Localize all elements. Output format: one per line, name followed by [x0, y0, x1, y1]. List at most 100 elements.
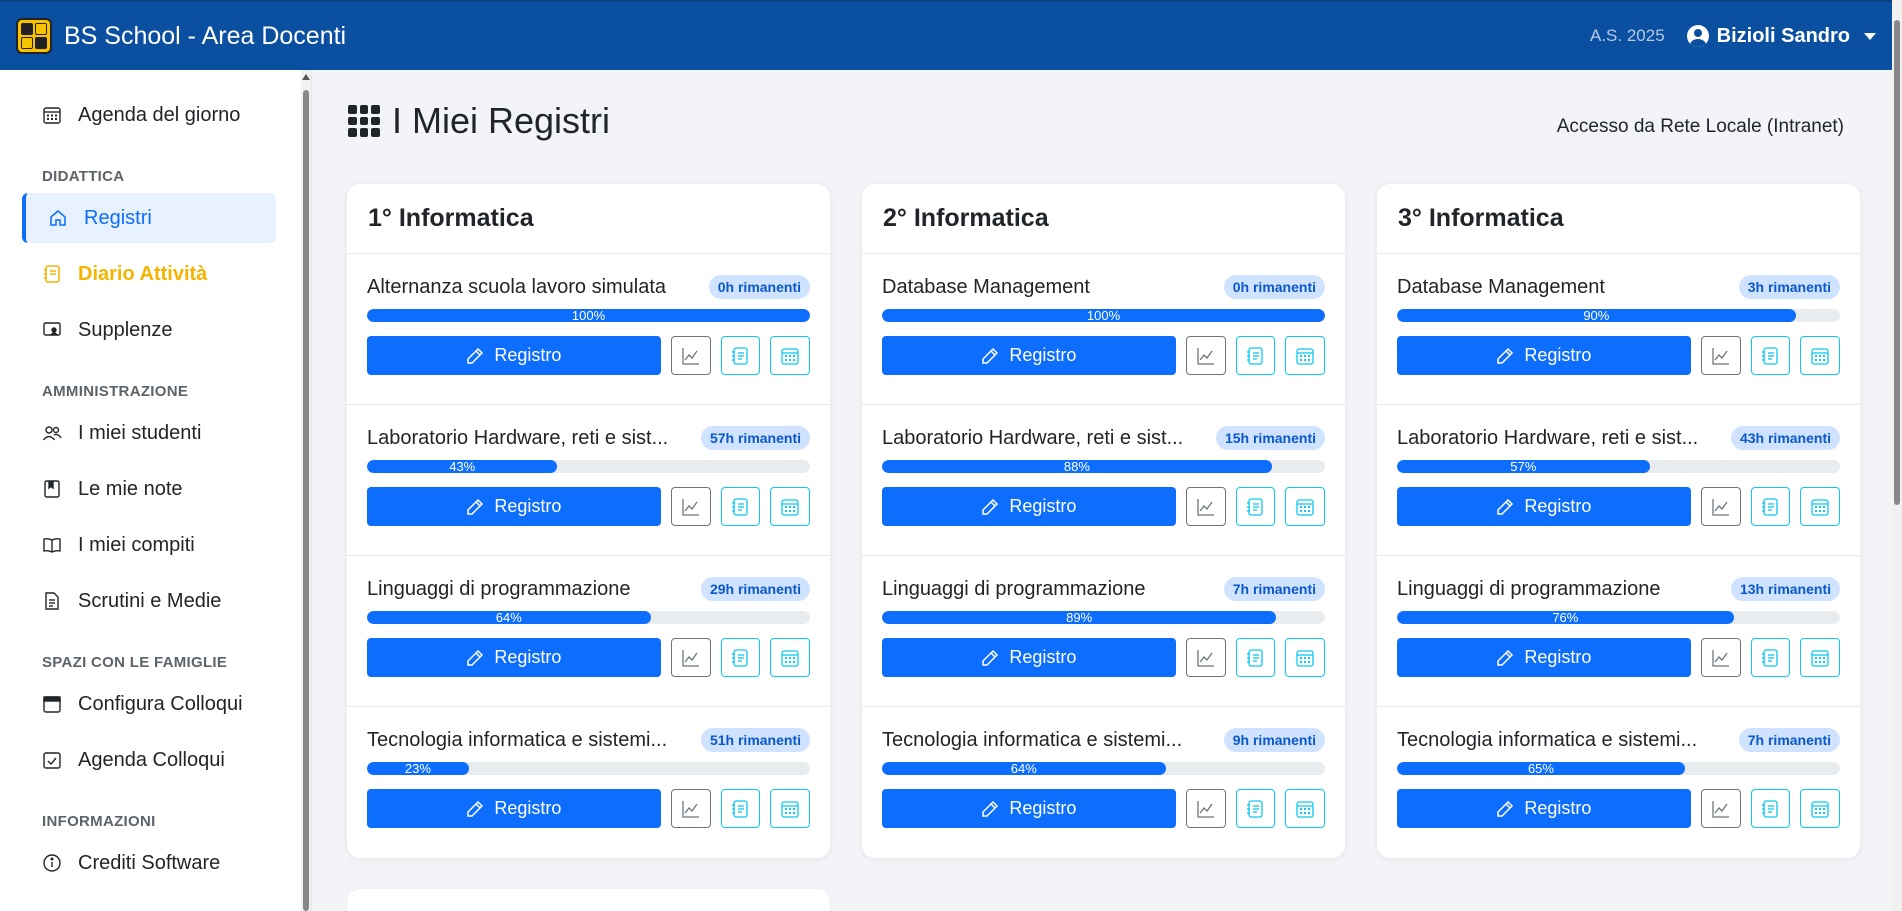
calendar-button[interactable] — [1800, 638, 1840, 677]
registro-button[interactable]: Registro — [1397, 336, 1691, 375]
registro-button[interactable]: Registro — [367, 638, 661, 677]
calendar-button[interactable] — [1285, 336, 1325, 375]
sidebar-item-configura-colloqui[interactable]: Configura Colloqui — [22, 679, 276, 729]
stats-button[interactable] — [1185, 336, 1226, 375]
class-card-title: 2° Informatica — [862, 184, 1345, 254]
brand[interactable]: BS School - Area Docenti — [16, 18, 346, 54]
sidebar-item-scrutini-e-medie[interactable]: Scrutini e Medie — [22, 576, 276, 626]
calendar-button[interactable] — [1285, 789, 1325, 828]
sidebar-item-i-miei-compiti[interactable]: I miei compiti — [22, 520, 276, 570]
sidebar-item-diario-attivit[interactable]: Diario Attività — [22, 249, 276, 299]
calendar-icon — [779, 496, 801, 518]
subject-name: Tecnologia informatica e sistemi... — [1397, 728, 1698, 751]
subject-row: Alternanza scuola lavoro simulata 0h rim… — [347, 254, 830, 405]
journal-button[interactable] — [1750, 789, 1791, 828]
calendar-button[interactable] — [770, 336, 810, 375]
registro-button[interactable]: Registro — [367, 789, 661, 828]
stats-button[interactable] — [1700, 789, 1741, 828]
calendar-check-icon — [42, 750, 62, 770]
pencil-icon — [466, 800, 484, 818]
stats-button[interactable] — [670, 789, 711, 828]
stats-button[interactable] — [1185, 487, 1226, 526]
stats-button[interactable] — [1185, 638, 1226, 677]
top-navbar: BS School - Area Docenti A.S. 2025 Bizio… — [0, 0, 1902, 70]
class-card: 1° Informatica Alternanza scuola lavoro … — [346, 183, 831, 859]
journal-button[interactable] — [1235, 336, 1276, 375]
registro-button[interactable]: Registro — [1397, 487, 1691, 526]
progress-label: 90% — [1583, 309, 1610, 322]
registro-button[interactable]: Registro — [1397, 638, 1691, 677]
calendar-button[interactable] — [770, 789, 810, 828]
registro-button[interactable]: Registro — [1397, 789, 1691, 828]
stats-button[interactable] — [670, 336, 711, 375]
calendar-icon — [42, 105, 62, 125]
registro-button[interactable]: Registro — [882, 487, 1176, 526]
journal-button[interactable] — [720, 638, 761, 677]
journal-button[interactable] — [1750, 336, 1791, 375]
caret-down-icon — [1864, 32, 1876, 40]
sidebar-scrollbar[interactable] — [301, 70, 311, 911]
calendar-button[interactable] — [1800, 789, 1840, 828]
journal-button[interactable] — [1235, 487, 1276, 526]
sidebar-item-label: Agenda Colloqui — [78, 748, 225, 771]
stats-button[interactable] — [1185, 789, 1226, 828]
subject-row: Tecnologia informatica e sistemi... 51h … — [347, 707, 830, 858]
calendar-button[interactable] — [770, 487, 810, 526]
registro-button[interactable]: Registro — [882, 789, 1176, 828]
progress-bar: 100% — [882, 309, 1325, 322]
progress-bar: 76% — [1397, 611, 1840, 624]
journal-text-icon — [1244, 345, 1266, 367]
window-scrollbar[interactable] — [1892, 0, 1902, 911]
user-menu[interactable]: Bizioli Sandro — [1686, 25, 1876, 48]
sidebar-item-agenda-del-giorno[interactable]: Agenda del giorno — [22, 90, 276, 140]
stats-button[interactable] — [670, 638, 711, 677]
registro-button[interactable]: Registro — [367, 487, 661, 526]
remaining-hours-badge: 7h rimanenti — [1223, 577, 1325, 601]
pencil-icon — [981, 347, 999, 365]
sidebar-item-agenda-colloqui[interactable]: Agenda Colloqui — [22, 735, 276, 785]
registro-button[interactable]: Registro — [367, 336, 661, 375]
sidebar-item-le-mie-note[interactable]: Le mie note — [22, 464, 276, 514]
progress-label: 89% — [1066, 611, 1093, 624]
progress-label: 43% — [449, 460, 476, 473]
subject-name: Laboratorio Hardware, reti e sist... — [1397, 426, 1699, 449]
house-icon — [48, 208, 68, 228]
calendar-button[interactable] — [770, 638, 810, 677]
registro-button[interactable]: Registro — [882, 336, 1176, 375]
journal-button[interactable] — [720, 789, 761, 828]
progress-bar: 57% — [1397, 460, 1840, 473]
document-icon — [42, 591, 62, 611]
sidebar-item-i-miei-studenti[interactable]: I miei studenti — [22, 408, 276, 458]
school-logo-icon — [16, 18, 52, 54]
remaining-hours-badge: 3h rimanenti — [1738, 275, 1840, 299]
calendar-button[interactable] — [1800, 487, 1840, 526]
stats-button[interactable] — [670, 487, 711, 526]
progress-bar: 64% — [882, 762, 1325, 775]
subject-row: Tecnologia informatica e sistemi... 9h r… — [862, 707, 1345, 858]
stats-button[interactable] — [1700, 487, 1741, 526]
sidebar-item-crediti-software[interactable]: Crediti Software — [22, 838, 276, 888]
registro-button-label: Registro — [1524, 647, 1592, 667]
journal-button[interactable] — [1235, 789, 1276, 828]
calendar-icon — [1809, 345, 1831, 367]
progress-label: 88% — [1063, 460, 1090, 473]
calendar-button[interactable] — [1285, 638, 1325, 677]
subject-row: Linguaggi di programmazione 7h rimanenti… — [862, 556, 1345, 707]
calendar-button[interactable] — [1285, 487, 1325, 526]
registro-button-label: Registro — [1009, 798, 1077, 818]
stats-button[interactable] — [1700, 638, 1741, 677]
journal-text-icon — [1759, 496, 1781, 518]
calendar-blank-icon — [42, 694, 62, 714]
sidebar-item-supplenze[interactable]: Supplenze — [22, 305, 276, 355]
stats-button[interactable] — [1700, 336, 1741, 375]
sidebar-item-label: Crediti Software — [78, 851, 221, 874]
calendar-button[interactable] — [1800, 336, 1840, 375]
chart-line-icon — [1195, 798, 1217, 820]
registro-button[interactable]: Registro — [882, 638, 1176, 677]
journal-button[interactable] — [1235, 638, 1276, 677]
journal-button[interactable] — [1750, 638, 1791, 677]
journal-button[interactable] — [720, 336, 761, 375]
journal-button[interactable] — [1750, 487, 1791, 526]
journal-button[interactable] — [720, 487, 761, 526]
sidebar-item-registri[interactable]: Registri — [22, 193, 276, 243]
